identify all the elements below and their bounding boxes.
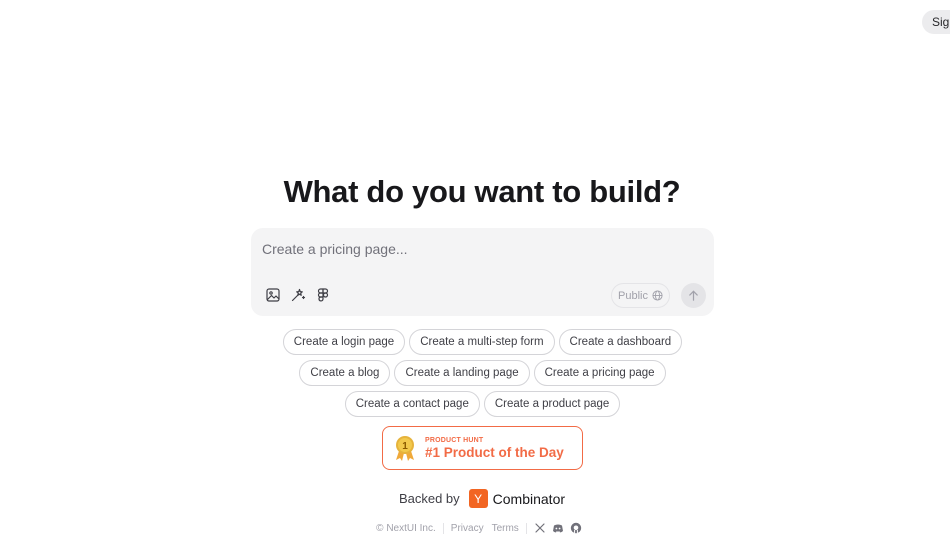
product-hunt-title: #1 Product of the Day <box>425 444 564 460</box>
arrow-up-icon <box>689 290 698 301</box>
globe-icon <box>652 290 663 301</box>
product-hunt-badge[interactable]: 1 PRODUCT HUNT #1 Product of the Day <box>382 426 583 470</box>
send-button[interactable] <box>681 283 706 308</box>
sign-in-button[interactable]: Sign in <box>922 10 950 34</box>
suggestion-chips: Create a login page Create a multi-step … <box>251 329 714 422</box>
image-icon[interactable] <box>265 287 281 303</box>
visibility-label: Public <box>618 289 648 302</box>
backed-by-label: Backed by <box>398 491 460 506</box>
page-title: What do you want to build? <box>283 174 681 209</box>
suggestion-chip[interactable]: Create a contact page <box>344 391 480 417</box>
suggestion-chip[interactable]: Create a pricing page <box>533 360 666 386</box>
figma-icon[interactable] <box>315 287 331 303</box>
ycombinator-name: Combinator <box>492 490 566 507</box>
ycombinator-logo[interactable]: Y <box>468 489 488 508</box>
prompt-input[interactable] <box>262 238 702 260</box>
svg-text:1: 1 <box>402 441 408 452</box>
suggestion-chip[interactable]: Create a multi-step form <box>409 329 555 355</box>
suggestion-chip[interactable]: Create a blog <box>299 360 391 386</box>
backed-by: Backed by Y Combinator <box>0 489 950 508</box>
suggestion-chip[interactable]: Create a login page <box>282 329 406 355</box>
suggestion-chip[interactable]: Create a dashboard <box>558 329 683 355</box>
github-icon[interactable] <box>570 522 582 534</box>
copyright: © NextUI Inc. <box>376 522 436 534</box>
suggestion-chip[interactable]: Create a landing page <box>394 360 530 386</box>
footer-divider <box>525 522 527 534</box>
discord-icon[interactable] <box>552 522 564 534</box>
suggestion-chip[interactable]: Create a product page <box>483 391 621 417</box>
product-hunt-eyebrow: PRODUCT HUNT <box>425 436 484 444</box>
visibility-toggle[interactable]: Public <box>611 283 670 308</box>
terms-link[interactable]: Terms <box>492 523 519 534</box>
footer-divider <box>442 522 444 534</box>
footer: © NextUI Inc. Privacy Terms <box>0 522 950 534</box>
prompt-box: Public <box>251 228 714 316</box>
medal-icon: 1 <box>396 436 414 461</box>
wand-icon[interactable] <box>290 287 306 303</box>
privacy-link[interactable]: Privacy <box>451 523 484 534</box>
x-icon[interactable] <box>534 522 546 534</box>
